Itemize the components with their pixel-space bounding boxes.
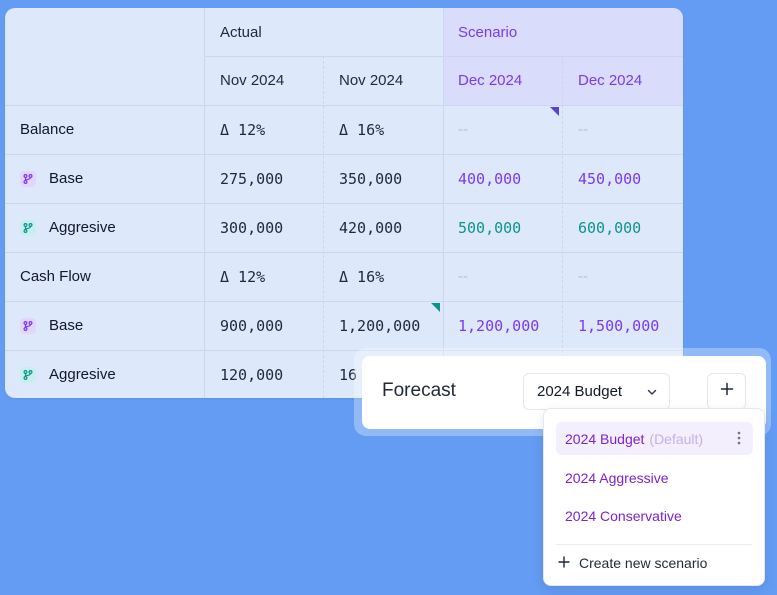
table-cell[interactable]: -- xyxy=(458,252,468,301)
table-cell[interactable]: 1,200,000 xyxy=(339,301,420,350)
table-cell[interactable]: 600,000 xyxy=(578,203,641,252)
branch-icon xyxy=(20,317,36,334)
table-cell[interactable]: 300,000 xyxy=(220,203,283,252)
table-cell[interactable]: 1,500,000 xyxy=(578,301,659,350)
row-label-text: Aggresive xyxy=(49,219,116,236)
row-label-text: Base xyxy=(49,317,84,334)
table-cell[interactable]: 420,000 xyxy=(339,203,402,252)
default-tag: (Default) xyxy=(649,430,704,447)
branch-icon xyxy=(20,219,36,236)
menu-item-2024-conservative[interactable]: 2024 Conservative xyxy=(556,499,753,532)
grid-line xyxy=(323,56,325,398)
menu-divider xyxy=(556,544,752,545)
row-label-balance: Balance xyxy=(20,121,75,138)
table-cell[interactable]: 400,000 xyxy=(458,154,521,203)
table-cell[interactable]: -- xyxy=(458,105,468,154)
table-cell[interactable]: Δ 16% xyxy=(339,252,384,301)
grid-line xyxy=(443,8,444,398)
grid-line xyxy=(562,56,564,398)
menu-item-2024-budget[interactable]: 2024 Budget (Default) xyxy=(556,422,753,455)
row-label-text: Base xyxy=(49,170,84,187)
menu-item-label: 2024 Aggressive xyxy=(565,469,669,486)
row-label-aggresive: Aggresive xyxy=(20,350,116,398)
row-label-text: Aggresive xyxy=(49,366,116,383)
plus-icon xyxy=(558,555,579,571)
row-label-base: Base xyxy=(20,301,83,350)
grid-line xyxy=(204,8,205,398)
column-date-header[interactable]: Dec 2024 xyxy=(578,56,642,105)
data-table: Actual Scenario Nov 2024 Nov 2024 Dec 20… xyxy=(5,8,683,398)
cell-comment-marker[interactable] xyxy=(431,303,440,312)
column-date-header[interactable]: Dec 2024 xyxy=(458,56,522,105)
table-cell[interactable]: Δ 16% xyxy=(339,105,384,154)
row-label-base: Base xyxy=(20,154,83,203)
cell-comment-marker[interactable] xyxy=(550,107,559,116)
create-scenario-button[interactable]: Create new scenario xyxy=(558,555,707,571)
create-scenario-label: Create new scenario xyxy=(579,555,708,571)
table-cell[interactable]: 275,000 xyxy=(220,154,283,203)
table-cell[interactable]: 350,000 xyxy=(339,154,402,203)
table-cell[interactable]: 500,000 xyxy=(458,203,521,252)
row-label-aggresive: Aggresive xyxy=(20,203,116,252)
plus-icon xyxy=(720,382,734,401)
menu-item-2024-aggressive[interactable]: 2024 Aggressive xyxy=(556,461,753,494)
menu-item-label: 2024 Budget xyxy=(565,430,645,447)
table-cell[interactable]: Δ 12% xyxy=(220,105,265,154)
table-cell[interactable]: -- xyxy=(578,252,588,301)
row-label-cash-flow: Cash Flow xyxy=(20,268,91,285)
scenario-header: Scenario xyxy=(458,24,518,41)
scenario-select[interactable]: 2024 Budget xyxy=(523,373,670,410)
column-date-header[interactable]: Nov 2024 xyxy=(339,56,403,105)
scenario-dropdown-menu: 2024 Budget (Default) 2024 Aggressive 20… xyxy=(543,408,765,586)
table-cell[interactable]: 900,000 xyxy=(220,301,283,350)
branch-icon xyxy=(20,170,36,187)
forecast-title: Forecast xyxy=(382,380,456,401)
column-date-header[interactable]: Nov 2024 xyxy=(220,56,284,105)
chevron-down-icon xyxy=(646,385,658,402)
table-cell[interactable]: Δ 12% xyxy=(220,252,265,301)
add-scenario-button[interactable] xyxy=(707,373,746,410)
actual-header: Actual xyxy=(220,24,262,41)
table-cell[interactable]: 1,200,000 xyxy=(458,301,539,350)
more-options-icon[interactable] xyxy=(737,431,741,448)
table-cell[interactable]: 450,000 xyxy=(578,154,641,203)
scenario-select-value: 2024 Budget xyxy=(537,383,623,400)
menu-item-label: 2024 Conservative xyxy=(565,507,682,524)
branch-icon xyxy=(20,366,36,383)
table-cell[interactable]: -- xyxy=(578,105,588,154)
table-cell[interactable]: 120,000 xyxy=(220,350,283,398)
